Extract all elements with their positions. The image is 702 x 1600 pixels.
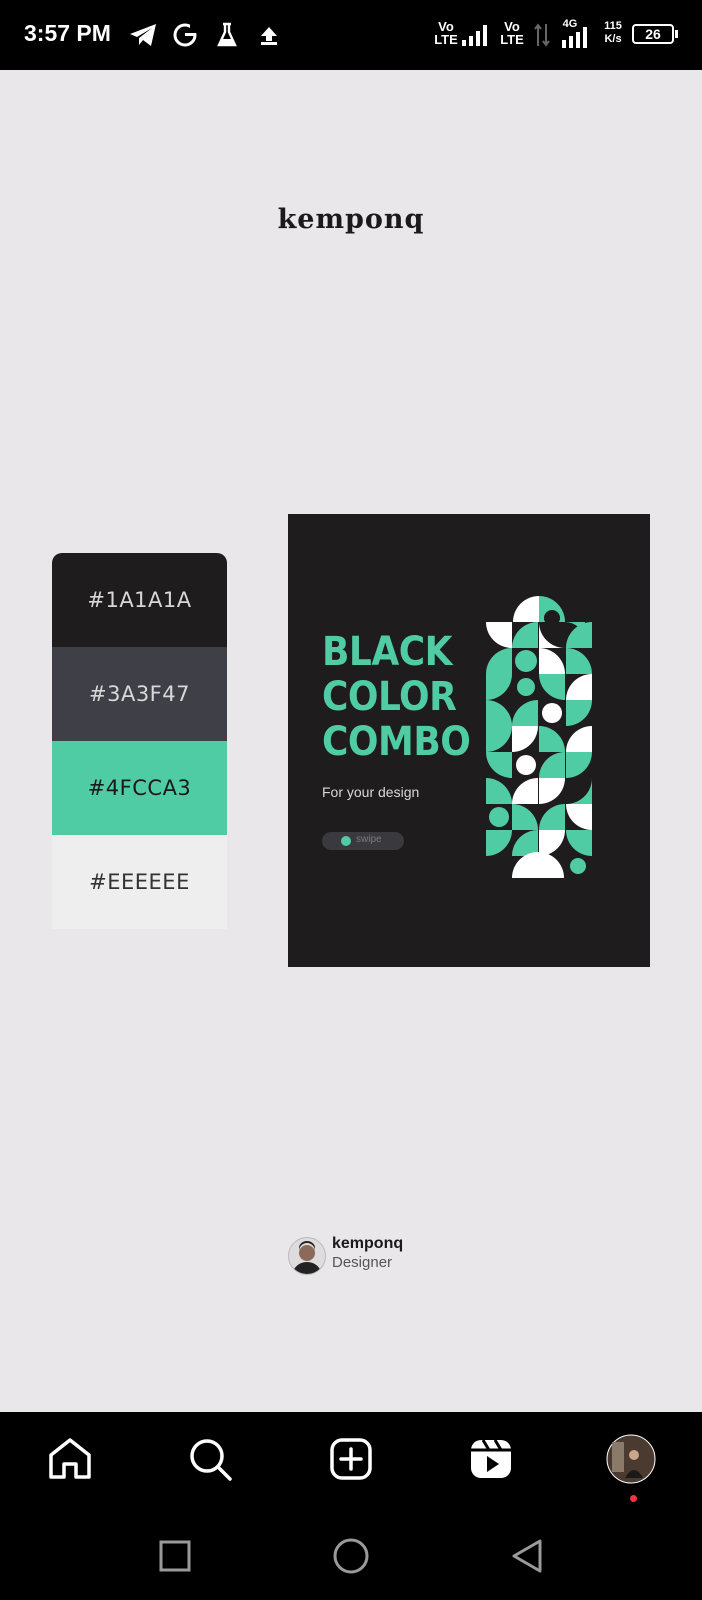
create-icon: [330, 1438, 372, 1480]
status-bar: 3:57 PM Vo LTE Vo LTE 4G 115 K/s 26: [0, 0, 702, 70]
search-icon: [190, 1439, 232, 1481]
author-name: kemponq: [332, 1235, 404, 1252]
color-palette: #1A1A1A #3A3F47 #4FCCA3 #EEEEEE: [52, 553, 227, 929]
swipe-pill: swipe: [322, 832, 404, 850]
flask-icon: [216, 22, 238, 53]
volte-label-1: Vo LTE: [434, 19, 458, 47]
volte-label-2: Vo LTE: [500, 19, 524, 47]
nav-home[interactable]: [45, 1434, 95, 1484]
brand-logo: kemponq: [277, 204, 425, 235]
home-button[interactable]: [329, 1534, 373, 1578]
net-speed: 115 K/s: [598, 20, 628, 46]
signal-icon-2: [562, 26, 590, 53]
home-circle-icon: [333, 1538, 369, 1574]
palette-swatch: #EEEEEE: [52, 835, 227, 929]
back-icon: [512, 1539, 542, 1573]
upload-icon: [258, 24, 280, 51]
post-content[interactable]: kemponq #1A1A1A #3A3F47 #4FCCA3 #EEEEEE BLA…: [0, 70, 702, 1412]
recents-button[interactable]: [153, 1534, 197, 1578]
system-navigation: [0, 1512, 702, 1600]
home-icon: [49, 1438, 91, 1479]
nav-profile[interactable]: [606, 1434, 656, 1484]
author-role: Designer: [332, 1254, 393, 1271]
palette-swatch: #4FCCA3: [52, 741, 227, 835]
palette-swatch: #3A3F47: [52, 647, 227, 741]
poster-title-line: COLOR: [322, 674, 457, 720]
nav-create[interactable]: [326, 1434, 376, 1484]
nav-reels[interactable]: [466, 1434, 516, 1484]
signal-icon-1: [462, 24, 490, 51]
telegram-icon: [128, 22, 158, 53]
net-speed-unit: K/s: [604, 33, 622, 45]
data-arrows-icon: [534, 22, 550, 53]
author-avatar: [288, 1237, 326, 1275]
poster-subtitle: For your design: [322, 784, 420, 800]
swipe-dot-icon: [341, 836, 351, 846]
palette-swatch: #1A1A1A: [52, 553, 227, 647]
reels-icon: [471, 1439, 511, 1478]
net-speed-value: 115: [604, 20, 622, 32]
back-button[interactable]: [505, 1534, 549, 1578]
recents-icon: [159, 1540, 191, 1572]
battery-indicator: 26: [632, 24, 678, 44]
swipe-label: swipe: [356, 834, 382, 845]
poster-title-line: COMBO: [322, 719, 471, 765]
notification-dot: [630, 1495, 637, 1502]
bottom-navigation: [0, 1412, 702, 1512]
poster-title: BLACK COLOR COMBO: [322, 629, 471, 765]
google-icon: [172, 22, 198, 53]
poster-preview: BLACK COLOR COMBO For your design swipe: [288, 514, 650, 967]
poster-title-line: BLACK: [322, 629, 453, 675]
status-time: 3:57 PM: [24, 20, 111, 46]
profile-avatar: [606, 1434, 656, 1484]
geometric-pattern: [486, 596, 592, 878]
nav-search[interactable]: [185, 1434, 235, 1484]
